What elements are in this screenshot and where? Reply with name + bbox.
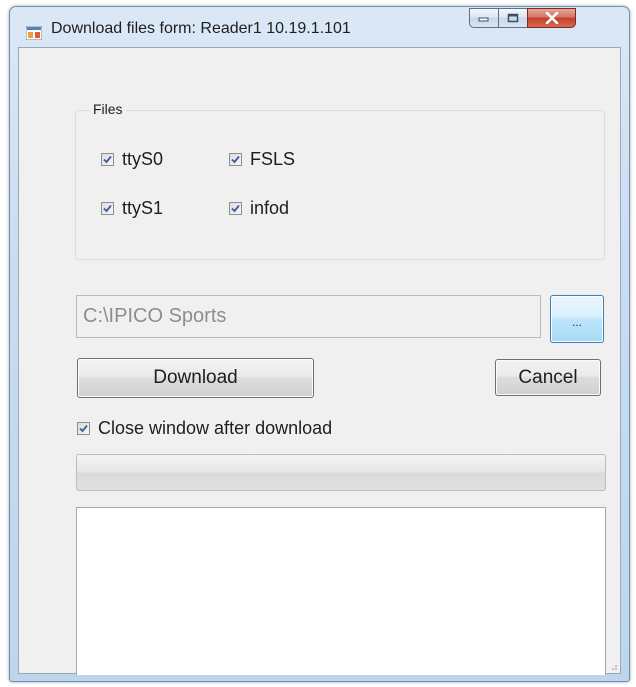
window-title: Download files form: Reader1 10.19.1.101 [51, 20, 351, 37]
checkmark-icon [103, 204, 112, 213]
checkbox-box[interactable] [77, 422, 90, 435]
download-files-window: Download files form: Reader1 10.19.1.101… [9, 6, 630, 682]
checkbox-box[interactable] [229, 153, 242, 166]
checkmark-icon [79, 424, 88, 433]
files-group-label: Files [90, 101, 126, 117]
file-checkbox-infod[interactable]: infod [229, 198, 289, 219]
checkmark-icon [231, 204, 240, 213]
checkbox-box[interactable] [101, 202, 114, 215]
log-output-area[interactable] [76, 507, 606, 675]
file-checkbox-fsls[interactable]: FSLS [229, 149, 295, 170]
file-checkbox-ttys0[interactable]: ttyS0 [101, 149, 163, 170]
download-path-field[interactable]: C:\IPICO Sports [76, 295, 541, 338]
checkbox-box[interactable] [229, 202, 242, 215]
download-progress-bar [76, 454, 606, 491]
file-checkbox-label: FSLS [250, 149, 296, 169]
maximize-icon [507, 13, 519, 23]
download-button[interactable]: Download [77, 358, 314, 398]
file-checkbox-ttys1[interactable]: ttyS1 [101, 198, 163, 219]
file-checkbox-label: ttyS0 [122, 149, 164, 169]
file-checkbox-label: infod [250, 198, 290, 218]
checkmark-icon [103, 155, 112, 164]
app-form-icon [26, 26, 42, 40]
close-after-download-label: Close window after download [98, 418, 333, 438]
close-after-download-checkbox[interactable]: Close window after download [77, 418, 332, 439]
minimize-button[interactable] [469, 8, 499, 28]
cancel-button[interactable]: Cancel [495, 359, 601, 396]
close-button[interactable] [527, 8, 576, 28]
close-icon [545, 12, 558, 24]
title-bar[interactable]: Download files form: Reader1 10.19.1.101 [10, 7, 629, 47]
checkbox-box[interactable] [101, 153, 114, 166]
resize-grip-icon[interactable] [608, 661, 618, 671]
files-groupbox [75, 110, 605, 260]
checkmark-icon [231, 155, 240, 164]
browse-button[interactable]: ... [550, 295, 604, 343]
minimize-icon [478, 17, 489, 22]
file-checkbox-label: ttyS1 [122, 198, 164, 218]
form-client-area: Files ttyS0 FSLS ttyS1 infod C:\IPICO Sp… [18, 47, 621, 675]
maximize-button[interactable] [498, 8, 528, 28]
